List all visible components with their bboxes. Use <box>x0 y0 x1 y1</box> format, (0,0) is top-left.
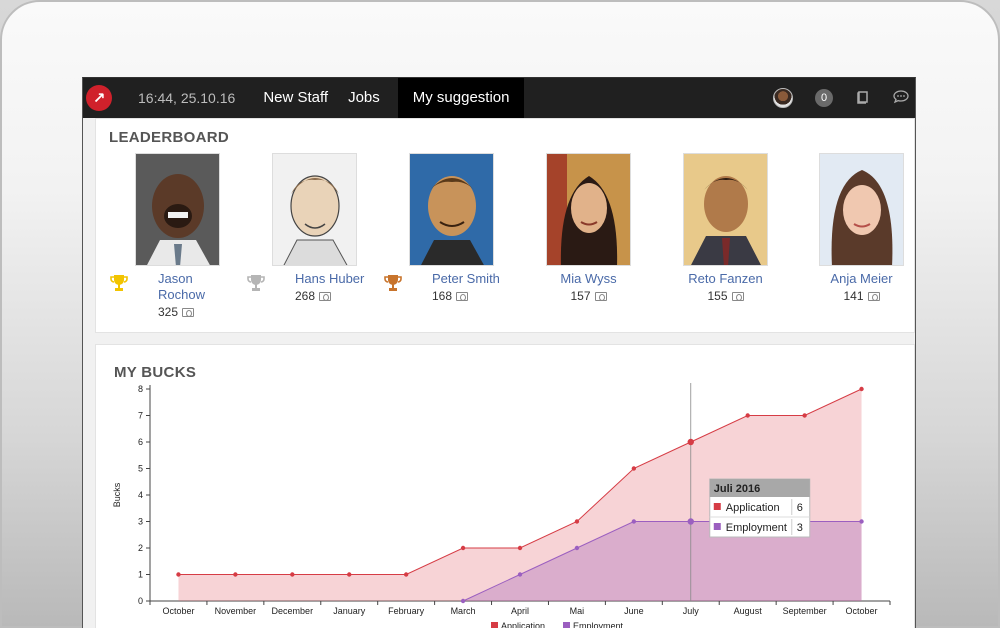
x-tick-label: April <box>511 606 529 616</box>
legend-label: Employment <box>573 621 624 628</box>
main-nav: New Staff Jobs My suggestion <box>253 78 525 118</box>
tooltip-row-value: 3 <box>797 522 803 534</box>
person-score: 325 <box>158 305 195 319</box>
book-icon[interactable] <box>855 90 871 107</box>
tooltip-swatch <box>713 503 721 510</box>
money-icon <box>594 292 607 301</box>
hover-point <box>687 438 694 446</box>
y-tick-label: 2 <box>138 543 143 553</box>
money-icon <box>731 292 744 301</box>
bucks-chart[interactable]: 0 1 2 3 4 5 6 7 8 Bucks October November December Jan… <box>96 379 916 628</box>
legend-swatch <box>563 622 570 628</box>
person-score: 155 <box>683 289 768 303</box>
my-bucks-panel: MY BUCKS 0 1 2 3 4 5 6 7 8 Bucks October November De… <box>95 344 915 628</box>
data-point <box>859 386 864 392</box>
y-tick-label: 8 <box>138 384 143 394</box>
legend-label: Application <box>501 621 545 628</box>
chat-icon[interactable] <box>893 89 909 107</box>
clock-text: 16:44, 25.10.16 <box>138 90 236 106</box>
avatar <box>272 153 357 266</box>
tooltip-row-value: 6 <box>797 502 803 514</box>
tooltip-row-label: Employment <box>726 522 787 534</box>
data-point <box>176 572 181 577</box>
bronze-trophy-icon <box>383 273 403 296</box>
x-tick-label: February <box>388 606 425 616</box>
data-point <box>347 572 352 577</box>
avatar <box>546 153 631 266</box>
x-tick-label: January <box>333 606 366 616</box>
money-icon <box>319 292 332 301</box>
legend-swatch <box>491 622 498 628</box>
app-logo-icon[interactable]: ↗ <box>86 85 112 111</box>
x-tick-label: July <box>683 606 700 616</box>
data-point <box>631 466 637 471</box>
y-tick-label: 4 <box>138 490 143 500</box>
data-point <box>859 519 864 524</box>
notification-count-badge[interactable]: 0 <box>815 89 833 107</box>
person-score: 168 <box>432 289 469 303</box>
leaderboard-title: LEADERBOARD <box>109 129 229 146</box>
app-screen: ↗ 16:44, 25.10.16 New Staff Jobs My sugg… <box>82 77 916 628</box>
silver-trophy-icon <box>246 273 266 296</box>
person-score: 141 <box>819 289 904 303</box>
person-name[interactable]: Hans Huber <box>295 271 385 287</box>
gold-trophy-icon <box>109 273 129 296</box>
y-axis-label: Bucks <box>112 482 122 507</box>
money-icon <box>182 308 195 317</box>
x-tick-label: November <box>215 606 257 616</box>
top-right-tools: 0 <box>773 78 909 118</box>
data-point <box>403 572 409 577</box>
y-tick-label: 1 <box>138 570 143 580</box>
person-name[interactable]: Mia Wyss <box>546 271 631 287</box>
x-tick-label: March <box>451 606 476 616</box>
data-point <box>745 413 750 418</box>
hover-point <box>687 518 694 525</box>
x-tick-label: June <box>624 606 644 616</box>
tooltip-title: Juli 2016 <box>714 483 760 495</box>
data-point <box>290 572 295 577</box>
x-tick-label: December <box>272 606 314 616</box>
data-point <box>460 598 466 604</box>
money-icon <box>867 292 880 301</box>
data-point <box>574 519 580 524</box>
tooltip-swatch <box>713 523 721 530</box>
y-tick-label: 5 <box>138 464 143 474</box>
data-point <box>517 572 523 577</box>
x-tick-label: Mai <box>570 606 585 616</box>
person-name[interactable]: Peter Smith <box>432 271 522 287</box>
data-point <box>631 519 637 524</box>
data-point <box>460 545 466 551</box>
avatar <box>135 153 220 266</box>
y-tick-label: 3 <box>138 517 143 527</box>
y-tick-label: 0 <box>138 596 143 606</box>
person-score: 157 <box>546 289 631 303</box>
leaderboard-panel: LEADERBOARD Jason Rochow 325 Hans Huber … <box>95 118 915 333</box>
data-point <box>574 545 580 551</box>
money-icon <box>456 292 469 301</box>
x-tick-label: September <box>783 606 827 616</box>
user-avatar[interactable] <box>773 88 793 108</box>
avatar <box>819 153 904 266</box>
x-tick-label: October <box>162 606 194 616</box>
person-score: 268 <box>295 289 332 303</box>
person-name[interactable]: Anja Meier <box>819 271 904 287</box>
data-point <box>517 545 523 551</box>
nav-jobs[interactable]: Jobs <box>338 78 390 118</box>
person-name[interactable]: Jason Rochow <box>158 271 228 303</box>
y-tick-label: 7 <box>138 411 143 421</box>
x-tick-label: October <box>846 606 878 616</box>
data-point <box>802 413 807 418</box>
avatar <box>683 153 768 266</box>
y-tick-label: 6 <box>138 437 143 447</box>
x-tick-label: August <box>734 606 763 616</box>
tooltip-row-label: Application <box>726 502 780 514</box>
nav-my-suggestion[interactable]: My suggestion <box>397 78 525 118</box>
top-bar: ↗ 16:44, 25.10.16 New Staff Jobs My sugg… <box>83 78 915 118</box>
avatar <box>409 153 494 266</box>
data-point <box>233 572 238 577</box>
person-name[interactable]: Reto Fanzen <box>683 271 768 287</box>
nav-new-staff[interactable]: New Staff <box>253 78 338 118</box>
